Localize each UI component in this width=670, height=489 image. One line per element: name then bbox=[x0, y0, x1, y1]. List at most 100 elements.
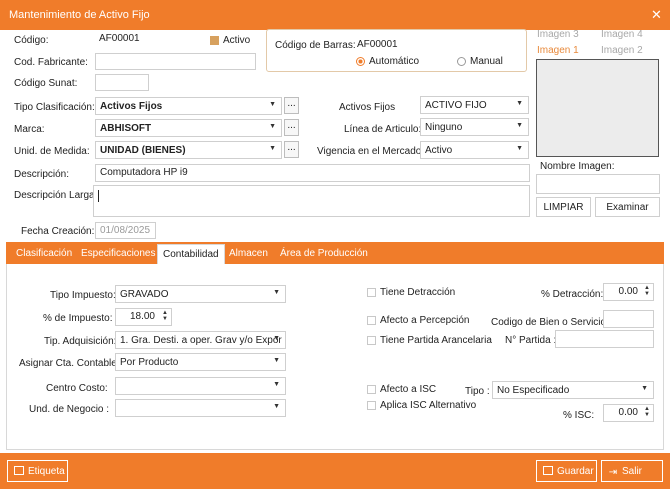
unidad-value: UNIDAD (BIENES) bbox=[100, 145, 186, 156]
barcode-manual-radio[interactable] bbox=[457, 57, 466, 66]
cod-fabricante-field[interactable] bbox=[95, 53, 256, 70]
spinner-icon[interactable]: ▲ ▼ bbox=[162, 310, 168, 322]
guardar-button[interactable]: Guardar bbox=[536, 460, 597, 482]
tipo-label: Tipo : bbox=[465, 386, 490, 397]
codigo-sunat-label: Código Sunat: bbox=[14, 78, 78, 89]
chevron-down-icon: ▼ bbox=[273, 357, 280, 364]
afecto-percepcion-checkbox[interactable] bbox=[367, 316, 376, 325]
barcode-value: AF00001 bbox=[357, 39, 398, 50]
guardar-label: Guardar bbox=[557, 466, 594, 477]
descripcion-larga-label: Descripción Larga: bbox=[14, 190, 98, 201]
etiqueta-button[interactable]: Etiqueta bbox=[7, 460, 68, 482]
codigo-field[interactable]: AF00001 bbox=[95, 31, 203, 48]
aplica-isc-label: Aplica ISC Alternativo bbox=[380, 400, 477, 411]
vigencia-label: Vigencia en el Mercado: bbox=[317, 146, 425, 157]
n-partida-field[interactable] bbox=[555, 330, 654, 348]
chevron-down-icon: ▼ bbox=[273, 289, 280, 296]
tipo-clasificacion-value: Activos Fijos bbox=[100, 101, 163, 112]
tipo-clasificacion-select[interactable]: Activos Fijos ▼ bbox=[95, 97, 282, 115]
tiene-detraccion-label: Tiene Detracción bbox=[380, 287, 456, 298]
nombre-imagen-field[interactable] bbox=[536, 174, 660, 194]
pct-isc-stepper[interactable]: 0.00 ▲ ▼ bbox=[603, 404, 654, 422]
etiqueta-label: Etiqueta bbox=[28, 466, 65, 477]
chevron-down-icon: ▼ bbox=[273, 381, 280, 388]
tipo-clasificacion-label: Tipo Clasificación: bbox=[14, 102, 95, 113]
marca-select[interactable]: ABHISOFT ▼ bbox=[95, 119, 282, 137]
chevron-down-icon: ▼ bbox=[269, 101, 276, 108]
spinner-icon[interactable]: ▲ ▼ bbox=[644, 406, 650, 418]
chevron-down-icon: ▼ bbox=[269, 123, 276, 130]
tab-almacen[interactable]: Almacen bbox=[229, 248, 268, 259]
image-tab-4[interactable]: Imagen 4 bbox=[601, 29, 643, 40]
marca-value: ABHISOFT bbox=[100, 123, 152, 134]
descripcion-larga-field[interactable] bbox=[93, 185, 530, 217]
activo-checkbox[interactable] bbox=[210, 36, 219, 45]
image-preview bbox=[536, 59, 659, 157]
chevron-down-icon: ▼ bbox=[516, 122, 523, 129]
codigo-bien-label: Codigo de Bien o Servicio: bbox=[491, 317, 609, 328]
limpiar-button[interactable]: LIMPIAR bbox=[536, 197, 591, 217]
tiene-partida-label: Tiene Partida Arancelaria bbox=[380, 335, 492, 346]
asignar-cta-label: Asignar Cta. Contable : bbox=[19, 358, 123, 369]
tab-contabilidad[interactable]: Contabilidad bbox=[157, 244, 225, 264]
pct-impuesto-value: 18.00 bbox=[129, 311, 155, 322]
tiene-partida-checkbox[interactable] bbox=[367, 336, 376, 345]
barcode-manual-label: Manual bbox=[470, 56, 503, 67]
vigencia-value: Activo bbox=[425, 145, 453, 156]
activo-label: Activo bbox=[223, 35, 251, 46]
codigo-bien-field[interactable] bbox=[603, 310, 654, 328]
pct-detraccion-label: % Detracción: bbox=[541, 289, 604, 300]
unidad-browse-button[interactable]: ... bbox=[284, 141, 299, 158]
linea-select[interactable]: Ninguno ▼ bbox=[420, 118, 529, 136]
codigo-sunat-field[interactable] bbox=[95, 74, 149, 91]
vigencia-select[interactable]: Activo ▼ bbox=[420, 141, 529, 159]
tip-adquisicion-select[interactable]: 1. Gra. Desti. a oper. Grav y/o Expor ▼ bbox=[115, 331, 286, 349]
codigo-label: Código: bbox=[14, 35, 49, 46]
window-title: Mantenimiento de Activo Fijo bbox=[9, 9, 150, 21]
tipo-isc-select[interactable]: No Especificado ▼ bbox=[492, 381, 654, 399]
chevron-down-icon: ▼ bbox=[269, 145, 276, 152]
pct-detraccion-stepper[interactable]: 0.00 ▲ ▼ bbox=[603, 283, 654, 301]
asignar-cta-value: Por Producto bbox=[120, 357, 179, 368]
centro-costo-label: Centro Costo: bbox=[46, 383, 108, 394]
afecto-percepcion-label: Afecto a Percepción bbox=[380, 315, 470, 326]
pct-impuesto-stepper[interactable]: 18.00 ▲ ▼ bbox=[115, 308, 172, 326]
tipo-impuesto-select[interactable]: GRAVADO ▼ bbox=[115, 285, 286, 303]
n-partida-label: N° Partida : bbox=[505, 335, 557, 346]
unidad-select[interactable]: UNIDAD (BIENES) ▼ bbox=[95, 141, 282, 159]
image-tab-2[interactable]: Imagen 2 bbox=[601, 45, 643, 56]
tiene-detraccion-checkbox[interactable] bbox=[367, 288, 376, 297]
tip-adquisicion-label: Tip. Adquisición: bbox=[44, 336, 117, 347]
afecto-isc-checkbox[interactable] bbox=[367, 385, 376, 394]
marca-browse-button[interactable]: ... bbox=[284, 119, 299, 136]
tipo-impuesto-value: GRAVADO bbox=[120, 289, 169, 300]
close-icon[interactable]: ✕ bbox=[651, 7, 662, 23]
linea-value: Ninguno bbox=[425, 122, 463, 133]
salir-button[interactable]: ⇥ Salir bbox=[601, 460, 663, 482]
pct-isc-label: % ISC: bbox=[563, 410, 595, 421]
tab-especificaciones[interactable]: Especificaciones bbox=[81, 248, 155, 259]
activos-fijos-label: Activos Fijos bbox=[339, 102, 396, 113]
tipo-clasificacion-browse-button[interactable]: ... bbox=[284, 97, 299, 114]
chevron-down-icon: ▼ bbox=[641, 385, 648, 392]
tab-strip: Clasificación Especificaciones Contabili… bbox=[6, 242, 664, 264]
image-tab-3[interactable]: Imagen 3 bbox=[537, 29, 579, 40]
tab-area-produccion[interactable]: Área de Producción bbox=[280, 248, 368, 259]
image-tab-1[interactable]: Imagen 1 bbox=[537, 45, 579, 56]
und-negocio-label: Und. de Negocio : bbox=[29, 404, 110, 415]
exit-icon: ⇥ bbox=[608, 467, 618, 478]
und-negocio-select[interactable]: ▼ bbox=[115, 399, 286, 417]
spinner-icon[interactable]: ▲ ▼ bbox=[644, 285, 650, 297]
examinar-button[interactable]: Examinar bbox=[595, 197, 660, 217]
fecha-field[interactable]: 01/08/2025 bbox=[95, 222, 156, 239]
descripcion-field[interactable]: Computadora HP i9 bbox=[95, 164, 530, 182]
aplica-isc-checkbox[interactable] bbox=[367, 401, 376, 410]
unidad-label: Unid. de Medida: bbox=[14, 146, 90, 157]
asignar-cta-select[interactable]: Por Producto ▼ bbox=[115, 353, 286, 371]
activos-fijos-select[interactable]: ACTIVO FIJO ▼ bbox=[420, 96, 529, 114]
barcode-auto-radio[interactable] bbox=[356, 57, 365, 66]
barcode-auto-label: Automático bbox=[369, 56, 420, 67]
salir-label: Salir bbox=[622, 466, 643, 477]
centro-costo-select[interactable]: ▼ bbox=[115, 377, 286, 395]
tab-clasificacion[interactable]: Clasificación bbox=[16, 248, 72, 259]
